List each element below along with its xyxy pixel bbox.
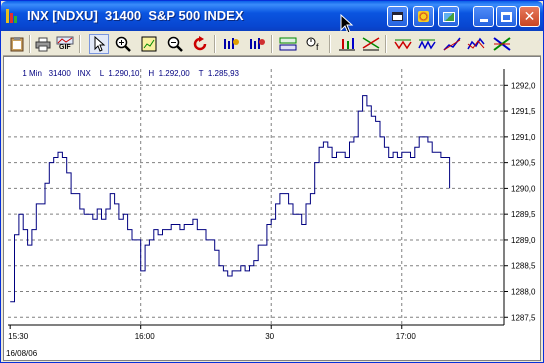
toolbar-separator xyxy=(29,35,31,53)
indicator-d-icon: f xyxy=(306,37,319,52)
y-tick-label: 1288,0 xyxy=(511,287,536,296)
x-tick-label: 16:00 xyxy=(135,332,156,341)
chart-area[interactable]: 1 Min 31400 INX L 1.290,10 H 1.292,00 T … xyxy=(3,56,541,361)
x-tick-label: 15:30 xyxy=(8,332,29,341)
window-list-button[interactable] xyxy=(387,6,408,27)
line-style-d-button[interactable] xyxy=(466,34,486,54)
gif-export-button[interactable]: GIF xyxy=(55,34,75,54)
candle-style-button[interactable] xyxy=(361,34,381,54)
line-style-c-button[interactable] xyxy=(442,34,462,54)
zoom-out-button[interactable] xyxy=(165,34,185,54)
line-style-d-icon xyxy=(467,37,485,50)
toolbar: GIF f xyxy=(3,32,541,56)
y-tick-label: 1287,5 xyxy=(511,313,536,322)
window-title: INX [NDXU] 31400 S&P 500 INDEX xyxy=(27,8,244,23)
x-tick-label: 30 xyxy=(265,332,274,341)
zoom-in-button[interactable] xyxy=(113,34,133,54)
toolbar-separator xyxy=(329,35,331,53)
mouse-cursor-icon xyxy=(340,14,354,34)
window-settings-button[interactable] xyxy=(413,6,434,27)
y-tick-label: 1290,5 xyxy=(511,159,536,168)
indicator-c-button[interactable] xyxy=(278,34,298,54)
bar-style-icon xyxy=(339,38,355,51)
y-tick-label: 1288,5 xyxy=(511,262,536,271)
minimize-icon xyxy=(479,18,488,22)
title-bar[interactable]: INX [NDXU] 31400 S&P 500 INDEX ✕ xyxy=(1,1,543,34)
line-style-a-button[interactable] xyxy=(393,34,413,54)
chart-grid-icon xyxy=(141,36,157,52)
date-label: 16/08/06 xyxy=(6,349,38,358)
chart-window: INX [NDXU] 31400 S&P 500 INDEX ✕ GIF f 1… xyxy=(0,0,544,363)
app-chart-icon xyxy=(6,9,20,23)
pointer-tool-button[interactable] xyxy=(89,34,109,54)
y-tick-label: 1290,0 xyxy=(511,184,536,193)
indicator-b-icon xyxy=(250,38,265,49)
x-tick-label: 17:00 xyxy=(396,332,417,341)
indicator-a-button[interactable] xyxy=(221,34,241,54)
y-tick-label: 1292,0 xyxy=(511,81,536,90)
indicator-a-icon xyxy=(224,38,239,49)
chart-grid-button[interactable] xyxy=(139,34,159,54)
svg-text:f: f xyxy=(316,42,319,52)
price-chart: 1292,0 1291,5 1291,0 1290,5 1290,0 1289,5 1289… xyxy=(6,69,536,358)
toolbar-separator xyxy=(385,35,387,53)
y-tick-label: 1289,0 xyxy=(511,236,536,245)
close-button[interactable]: ✕ xyxy=(519,6,540,27)
close-icon: ✕ xyxy=(523,8,536,25)
toolbar-separator xyxy=(79,35,81,53)
y-tick-label: 1289,5 xyxy=(511,210,536,219)
chart-grid xyxy=(8,69,504,325)
refresh-button[interactable] xyxy=(190,34,210,54)
clipboard-button[interactable] xyxy=(7,34,27,54)
cross-style-icon xyxy=(493,37,511,51)
minimize-button[interactable] xyxy=(473,6,494,27)
maximize-button[interactable] xyxy=(496,6,517,27)
cross-style-button[interactable] xyxy=(492,34,512,54)
bar-style-button[interactable] xyxy=(337,34,357,54)
y-tick-label: 1291,0 xyxy=(511,133,536,142)
pointer-icon xyxy=(94,36,106,52)
y-tick-label: 1291,5 xyxy=(511,107,536,116)
window-picture-button[interactable] xyxy=(438,6,459,27)
line-style-a-icon xyxy=(394,39,412,50)
toolbar-separator xyxy=(271,35,273,53)
indicator-b-button[interactable] xyxy=(247,34,267,54)
print-icon xyxy=(35,37,51,52)
zoom-out-icon xyxy=(167,36,183,52)
clipboard-icon xyxy=(10,37,24,52)
refresh-icon xyxy=(193,36,207,51)
settings-icon xyxy=(418,11,429,22)
print-button[interactable] xyxy=(33,34,53,54)
zoom-in-icon xyxy=(115,36,131,52)
maximize-icon xyxy=(501,11,512,22)
line-style-b-icon xyxy=(418,39,436,50)
picture-icon xyxy=(442,11,455,22)
line-style-b-button[interactable] xyxy=(417,34,437,54)
indicator-c-icon xyxy=(279,37,297,51)
candle-style-icon xyxy=(362,37,380,51)
x-axis: 15:30 16:00 30 17:00 xyxy=(8,324,504,341)
list-icon xyxy=(392,12,403,21)
gif-label: GIF xyxy=(59,44,71,51)
line-style-c-icon xyxy=(443,37,461,51)
toolbar-separator xyxy=(214,35,216,53)
price-series-line xyxy=(10,95,451,303)
y-axis: 1292,0 1291,5 1291,0 1290,5 1290,0 1289,5 1289… xyxy=(503,69,536,325)
indicator-d-button[interactable]: f xyxy=(304,34,324,54)
